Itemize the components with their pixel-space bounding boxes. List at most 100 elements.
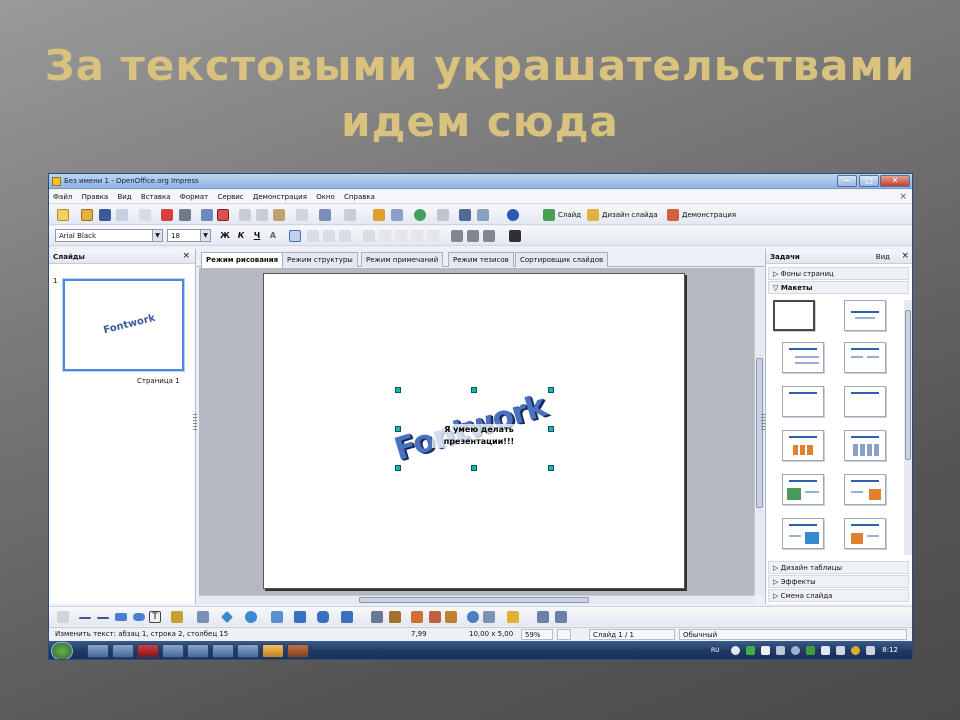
format-paintbrush-icon[interactable] [296,209,308,221]
notify-tray-icon[interactable] [866,646,875,655]
font-size-select[interactable]: 18 ▼ [167,229,211,242]
settings-tray-icon[interactable] [791,646,800,655]
copy-icon[interactable] [256,209,268,221]
tab-drawing[interactable]: Режим рисования [201,252,284,268]
grid-icon[interactable] [437,209,449,221]
mail-icon[interactable] [116,209,128,221]
shadow-button[interactable]: A [267,230,279,242]
basic-shapes-icon[interactable] [221,611,233,623]
close-icon[interactable]: × [901,251,909,261]
master-pages-section[interactable]: ▷ Фоны страниц [768,267,909,280]
text-tool-icon[interactable]: T [149,611,161,623]
language-indicator[interactable]: RU [711,647,720,654]
align-center-icon[interactable] [307,230,319,242]
connector-icon[interactable] [197,611,209,623]
tab-outline[interactable]: Режим структуры [282,252,358,267]
network-tray-icon[interactable] [821,646,830,655]
layout-table[interactable] [844,430,886,461]
minimize-button[interactable]: − [837,175,857,187]
effects-icon[interactable] [483,611,495,623]
fontwork-gallery-icon[interactable] [411,611,423,623]
layout-image-text[interactable] [782,474,824,505]
underline-button[interactable]: Ч [251,230,263,242]
justify-icon[interactable] [339,230,351,242]
callouts-icon[interactable] [317,611,329,623]
arrange-icon[interactable] [537,611,549,623]
bold-button[interactable]: Ж [219,230,231,242]
taskbar-opera-icon[interactable] [137,644,159,658]
autospell-icon[interactable] [217,209,229,221]
security-tray-icon[interactable] [806,646,815,655]
layout-title-content[interactable] [782,342,824,373]
taskbar-impress-icon[interactable] [262,644,284,658]
arrow-line-icon[interactable] [97,617,109,619]
layout-title-only[interactable] [844,300,886,331]
character-icon[interactable] [451,230,463,242]
zoom-icon[interactable] [477,209,489,221]
menu-file[interactable]: Файл [49,190,75,201]
italic-button[interactable]: К [235,230,247,242]
print-icon[interactable] [179,209,191,221]
layout-title[interactable] [782,386,824,417]
maximize-button[interactable]: □ [859,175,879,187]
tasks-view-menu[interactable]: Вид [876,253,890,261]
slide-page[interactable]: Fontwork Я умею делать презентации!!! [263,273,685,589]
layout-text-image[interactable] [782,518,824,549]
menu-help[interactable]: Справка [340,190,378,201]
move-down-icon[interactable] [427,230,439,242]
font-name-select[interactable]: Arial Black ▼ [55,229,163,242]
vertical-scroll-thumb[interactable] [756,358,763,508]
tab-slide-sorter[interactable]: Сортировщик слайдов [515,252,609,267]
from-file-icon[interactable] [429,611,441,623]
slide-icon[interactable] [543,209,555,221]
selection-handle[interactable] [471,387,477,393]
rectangle-icon[interactable] [115,613,127,621]
effects-section[interactable]: ▷ Эффекты [768,575,909,588]
status-zoom-cell[interactable]: 59% [521,629,553,640]
redo-icon[interactable] [344,209,356,221]
menu-tools[interactable]: Сервис [213,190,246,201]
taskbar-clock[interactable]: 8:12 [882,646,898,654]
layout-blank[interactable] [773,300,815,331]
stars-icon[interactable] [341,611,353,623]
selection-handle[interactable] [548,426,554,432]
close-document-icon[interactable]: × [899,192,907,202]
chevron-down-icon[interactable]: ▼ [152,230,162,241]
tab-notes[interactable]: Режим примечаний [361,252,444,267]
cursor-tray-icon[interactable] [761,646,770,655]
layout-chart-text[interactable] [844,518,886,549]
bullets-icon[interactable] [363,230,375,242]
close-button[interactable]: ✕ [880,175,910,187]
volume-tray-icon[interactable] [836,646,845,655]
pdf-icon[interactable] [161,209,173,221]
glue-points-icon[interactable] [389,611,401,623]
draw-functions-icon[interactable] [459,209,471,221]
taskbar-explorer-icon[interactable] [87,644,109,658]
align-objects-icon[interactable] [507,611,519,623]
symbol-shapes-icon[interactable] [245,611,257,623]
new-icon[interactable] [57,209,69,221]
transition-section[interactable]: ▷ Смена слайда [768,589,909,602]
close-icon[interactable]: × [182,251,190,261]
download-tray-icon[interactable] [746,646,755,655]
gallery-icon[interactable] [445,611,457,623]
layout-chart[interactable] [782,430,824,461]
chevron-down-icon[interactable]: ▼ [200,230,210,241]
menu-format[interactable]: Формат [176,190,211,201]
layout-two-content[interactable] [844,342,886,373]
font-color-icon[interactable] [509,230,521,242]
paste-icon[interactable] [273,209,285,221]
ellipse-icon[interactable] [133,613,145,621]
slideshow-icon[interactable] [667,209,679,221]
align-right-icon[interactable] [323,230,335,242]
select-icon[interactable] [57,611,69,623]
taskbar-app-icon[interactable] [162,644,184,658]
taskbar-app-icon[interactable] [237,644,259,658]
menu-window[interactable]: Окно [312,190,338,201]
spellcheck-icon[interactable] [201,209,213,221]
globe-icon[interactable] [414,209,426,221]
slide-button-label[interactable]: Слайд [558,211,581,219]
points-icon[interactable] [371,611,383,623]
slide-thumbnail[interactable]: Fontwork [62,278,185,372]
tab-handout[interactable]: Режим тезисов [448,252,514,267]
